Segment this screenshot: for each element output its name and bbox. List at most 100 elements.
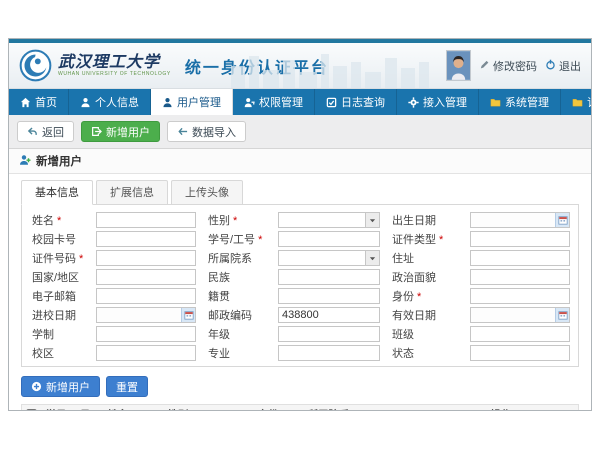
main-nav: 首页 个人信息用户管理 权限管理 日志查询 接入管理 系统管理 订阅管理: [9, 89, 591, 115]
political-status-input[interactable]: [470, 269, 570, 285]
home-icon: [20, 97, 31, 108]
reset-button[interactable]: 重置: [106, 376, 148, 397]
submit-add-user-button[interactable]: 新增用户: [21, 376, 100, 397]
change-password-label: 修改密码: [493, 58, 537, 74]
field-label-class: 班级: [392, 326, 458, 342]
field-label-grade: 年级: [208, 326, 266, 342]
select-all-cell: [22, 405, 42, 411]
calendar-icon[interactable]: [555, 308, 569, 322]
postal-code-input[interactable]: [278, 307, 380, 323]
native-place-input[interactable]: [278, 288, 380, 304]
country-region-input[interactable]: [96, 269, 196, 285]
field-department: [278, 250, 380, 266]
field-label-country-region: 国家/地区: [32, 269, 84, 285]
plus-circle-icon: [31, 381, 42, 392]
nav-item-首页[interactable]: 首页: [9, 89, 69, 115]
users-table: 学号/工号姓名性别身份所属院系操作: [21, 404, 579, 410]
address-input[interactable]: [470, 250, 570, 266]
col-header-姓名: 姓名: [104, 405, 164, 411]
back-button-label: 返回: [42, 124, 64, 140]
tab-扩展信息[interactable]: 扩展信息: [96, 180, 168, 205]
field-label-ethnicity: 民族: [208, 269, 266, 285]
change-password-link[interactable]: 修改密码: [479, 58, 537, 74]
field-label-address: 住址: [392, 250, 458, 266]
field-gender: [278, 212, 380, 228]
user-icon: [162, 97, 173, 108]
field-label-birth-date: 出生日期: [392, 212, 458, 228]
user-icon: [80, 97, 91, 108]
panel-title-bar: 新增用户: [9, 149, 591, 174]
field-id-number: [96, 250, 196, 266]
field-label-entry-date: 进校日期: [32, 307, 84, 323]
import-arrow-icon: [177, 126, 188, 137]
university-name-en: WUHAN UNIVERSITY OF TECHNOLOGY: [58, 72, 171, 77]
nav-item-label: 日志查询: [341, 94, 385, 110]
permission-icon: [244, 97, 255, 108]
app-header: 武汉理工大学 WUHAN UNIVERSITY OF TECHNOLOGY 统一…: [9, 43, 591, 89]
campus-input[interactable]: [96, 345, 196, 361]
nav-item-个人信息[interactable]: 个人信息: [69, 89, 151, 115]
log-check-icon: [326, 97, 337, 108]
nav-item-接入管理[interactable]: 接入管理: [397, 89, 479, 115]
nav-item-系统管理[interactable]: 系统管理: [479, 89, 561, 115]
campus-card-no-input[interactable]: [96, 231, 196, 247]
nav-item-label: 订阅管理: [587, 94, 592, 110]
class-input[interactable]: [470, 326, 570, 342]
id-number-input[interactable]: [96, 250, 196, 266]
field-label-id-number: 证件号码*: [32, 250, 84, 266]
pencil-icon: [479, 59, 490, 73]
back-button[interactable]: 返回: [17, 121, 74, 142]
field-entry-date: [96, 307, 196, 323]
calendar-icon[interactable]: [555, 213, 569, 227]
field-class: [470, 326, 570, 342]
select-all-checkbox[interactable]: [26, 409, 37, 410]
export-icon: [91, 126, 102, 137]
tab-基本信息[interactable]: 基本信息: [21, 180, 93, 205]
id-type-input[interactable]: [470, 231, 570, 247]
data-import-button[interactable]: 数据导入: [167, 121, 246, 142]
ethnicity-input[interactable]: [278, 269, 380, 285]
dropdown-arrow-icon[interactable]: [365, 251, 379, 265]
grade-input[interactable]: [278, 326, 380, 342]
nav-item-label: 权限管理: [259, 94, 303, 110]
nav-item-权限管理[interactable]: 权限管理: [233, 89, 315, 115]
major-input[interactable]: [278, 345, 380, 361]
field-campus-card-no: [96, 231, 196, 247]
folder-icon: [572, 97, 583, 108]
name-input[interactable]: [96, 212, 196, 228]
col-header-操作: 操作: [487, 405, 579, 411]
col-header-所属院系: 所属院系: [304, 405, 487, 411]
field-name: [96, 212, 196, 228]
back-arrow-icon: [27, 126, 38, 137]
calendar-icon[interactable]: [181, 308, 195, 322]
logout-link[interactable]: 退出: [545, 58, 581, 74]
education-system-input[interactable]: [96, 326, 196, 342]
field-ethnicity: [278, 269, 380, 285]
nav-item-日志查询[interactable]: 日志查询: [315, 89, 397, 115]
nav-item-label: 接入管理: [423, 94, 467, 110]
nav-item-label: 个人信息: [95, 94, 139, 110]
form-grid: 姓名*性别*出生日期校园卡号学号/工号*证件类型*证件号码*所属院系住址国家/地…: [32, 212, 568, 361]
required-marker: *: [439, 234, 443, 246]
tab-上传头像[interactable]: 上传头像: [171, 180, 243, 205]
col-header-学号/工号: 学号/工号: [42, 405, 104, 411]
field-country-region: [96, 269, 196, 285]
nav-item-用户管理[interactable]: 用户管理: [151, 89, 233, 115]
field-student-id: [278, 231, 380, 247]
add-user-panel: 新增用户 基本信息扩展信息上传头像 姓名*性别*出生日期校园卡号学号/工号*证件…: [9, 148, 591, 410]
add-user-toolbar-button[interactable]: 新增用户: [81, 121, 160, 142]
email-input[interactable]: [96, 288, 196, 304]
toolbar: 返回 新增用户 数据导入: [9, 115, 591, 148]
nav-item-订阅管理[interactable]: 订阅管理: [561, 89, 592, 115]
content-area: 返回 新增用户 数据导入 新增用户 基本信息扩展信息上传头像 姓: [9, 115, 591, 410]
status-input[interactable]: [470, 345, 570, 361]
field-postal-code: [278, 307, 380, 323]
field-valid-date: [470, 307, 570, 323]
add-user-toolbar-label: 新增用户: [106, 124, 150, 140]
gear-icon: [408, 97, 419, 108]
student-id-input[interactable]: [278, 231, 380, 247]
nav-item-label: 系统管理: [505, 94, 549, 110]
identity-input[interactable]: [470, 288, 570, 304]
dropdown-arrow-icon[interactable]: [365, 213, 379, 227]
field-campus: [96, 345, 196, 361]
